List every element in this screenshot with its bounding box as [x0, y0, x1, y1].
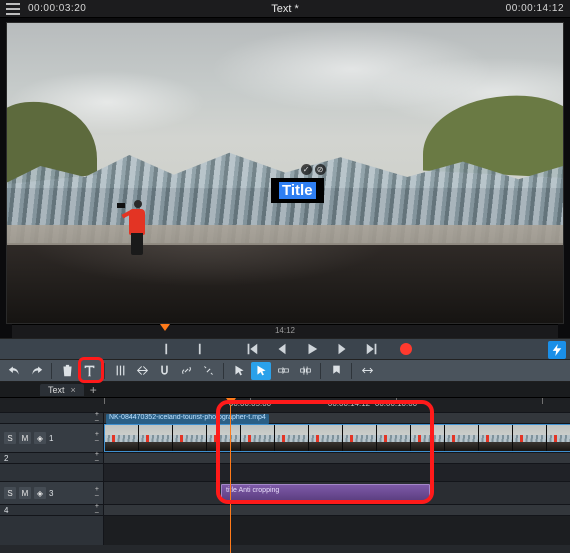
quick-export-button[interactable]: [548, 341, 566, 359]
confirm-icon[interactable]: ✓: [301, 164, 312, 175]
track-video-1: S M ◈ 1 +– NK-084470352-iceland-tourist-…: [0, 423, 570, 452]
transport-bar: [0, 338, 570, 360]
tab-close-icon[interactable]: ×: [71, 385, 76, 395]
go-start-button[interactable]: [242, 341, 262, 357]
current-timecode[interactable]: 00:00:03:20: [28, 3, 86, 14]
mute-button[interactable]: M: [19, 432, 31, 444]
track-expand[interactable]: +–: [95, 432, 99, 444]
track-spacer: +–: [0, 412, 570, 423]
timeline-playhead-line: [230, 405, 231, 553]
splice-button[interactable]: [132, 362, 152, 380]
track-title-3: S M ◈ 3 +– title Anti cropping: [0, 481, 570, 504]
record-button[interactable]: [400, 343, 412, 355]
preview-ruler-label: 14:12: [275, 326, 295, 335]
move-tool-button[interactable]: [251, 362, 271, 380]
go-end-button[interactable]: [362, 341, 382, 357]
edit-toolbar: [0, 360, 570, 382]
cut-tool-button[interactable]: [110, 362, 130, 380]
track-head-4[interactable]: 4 +–: [0, 505, 104, 515]
track-gap: [0, 463, 570, 481]
marker-button[interactable]: [326, 362, 346, 380]
mute-button[interactable]: M: [19, 487, 31, 499]
video-preview[interactable]: ✓ ⊘ Title: [6, 22, 564, 324]
timeline-ruler-row[interactable]: 00:00:14:12 00:00:05:00 00:00:10:00: [0, 398, 570, 412]
timeline-playhead-icon[interactable]: [226, 398, 236, 405]
snap-button[interactable]: [154, 362, 174, 380]
set-out-button[interactable]: [188, 341, 208, 357]
play-button[interactable]: [302, 341, 322, 357]
track-head-2[interactable]: 2 +–: [0, 453, 104, 463]
track-lane-3[interactable]: title Anti cropping: [104, 482, 570, 504]
title-overlay-text[interactable]: Title: [279, 182, 316, 199]
track-number: 3: [49, 489, 53, 498]
ruler-duration-label: 00:00:14:12: [328, 399, 370, 408]
timeline-panel: 00:00:14:12 00:00:05:00 00:00:10:00 +– S…: [0, 398, 570, 553]
zoom-button[interactable]: [357, 362, 377, 380]
preview-playhead-icon[interactable]: [160, 324, 170, 331]
delete-button[interactable]: [57, 362, 77, 380]
menu-icon[interactable]: [6, 3, 20, 15]
preview-panel: ✓ ⊘ Title 14:12: [0, 18, 570, 338]
tab-text[interactable]: Text ×: [40, 384, 84, 396]
track-number: 1: [49, 434, 53, 443]
track-number: 4: [4, 506, 8, 515]
link-button[interactable]: [176, 362, 196, 380]
timeline-tabs: Text × +: [0, 382, 570, 398]
track-spacer-2: 2 +–: [0, 452, 570, 463]
tab-add-button[interactable]: +: [90, 383, 97, 397]
preview-ruler[interactable]: 14:12: [12, 324, 558, 338]
solo-button[interactable]: S: [4, 432, 16, 444]
text-tool-button[interactable]: [79, 362, 99, 380]
visibility-button[interactable]: ◈: [34, 487, 46, 499]
track-number: 2: [4, 454, 8, 463]
subject-person: [125, 197, 149, 257]
video-clip-label: NK-084470352-iceland-tourist-photographe…: [106, 414, 269, 424]
visibility-button[interactable]: ◈: [34, 432, 46, 444]
solo-button[interactable]: S: [4, 487, 16, 499]
video-clip[interactable]: [104, 424, 570, 452]
cancel-icon[interactable]: ⊘: [315, 164, 326, 175]
title-overlay[interactable]: ✓ ⊘ Title: [271, 178, 324, 203]
redo-button[interactable]: [26, 362, 46, 380]
track-spacer-4: 4 +–: [0, 504, 570, 515]
set-in-button[interactable]: [158, 341, 178, 357]
track-expand[interactable]: +–: [95, 487, 99, 499]
undo-button[interactable]: [4, 362, 24, 380]
next-frame-button[interactable]: [332, 341, 352, 357]
duration-timecode: 00:00:14:12: [506, 3, 564, 14]
title-clip[interactable]: title Anti cropping: [221, 484, 430, 501]
pointer-tool-button[interactable]: [229, 362, 249, 380]
track-lane-1[interactable]: NK-084470352-iceland-tourist-photographe…: [104, 424, 570, 452]
roll-tool-button[interactable]: [295, 362, 315, 380]
prev-frame-button[interactable]: [272, 341, 292, 357]
top-bar: 00:00:03:20 00:00:14:12: [0, 0, 570, 18]
track-head-3[interactable]: S M ◈ 3 +–: [0, 482, 104, 504]
tab-label: Text: [48, 385, 65, 395]
timeline-ruler[interactable]: 00:00:14:12 00:00:05:00 00:00:10:00: [104, 398, 570, 412]
unlink-button[interactable]: [198, 362, 218, 380]
track-head-1[interactable]: S M ◈ 1 +–: [0, 424, 104, 452]
timeline-empty: [0, 515, 570, 545]
ripple-tool-button[interactable]: [273, 362, 293, 380]
